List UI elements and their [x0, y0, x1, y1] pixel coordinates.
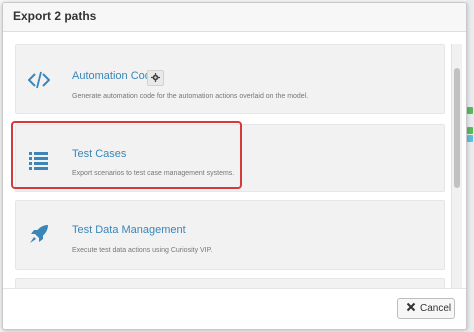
option-description: Execute test data actions using Curiosit…: [72, 247, 213, 254]
scrollbar[interactable]: [451, 44, 462, 288]
scrollbar-thumb[interactable]: [454, 68, 460, 188]
option-title: Automation Code: [72, 70, 157, 82]
option-automation-code[interactable]: Automation Code Generate automation code…: [15, 44, 445, 114]
dialog-footer: Cancel: [3, 288, 466, 329]
status-marker: [467, 127, 473, 134]
option-description: Generate automation code for the automat…: [72, 93, 309, 100]
dialog-title: Export 2 paths: [13, 9, 97, 23]
export-dialog: Export 2 paths Automation Code Generate …: [2, 2, 467, 330]
close-icon: [406, 302, 416, 312]
highlight-box: [11, 121, 242, 189]
option-test-data-management[interactable]: Test Data Management Execute test data a…: [15, 200, 445, 270]
status-marker: [467, 107, 473, 114]
background-strip: [466, 0, 474, 332]
gear-icon: [151, 73, 160, 82]
option-title: Test Data Management: [72, 224, 186, 236]
cancel-label: Cancel: [420, 303, 452, 314]
rocket-icon: [30, 225, 48, 243]
option-next[interactable]: [15, 278, 445, 288]
status-marker: [467, 135, 473, 142]
settings-button[interactable]: [147, 70, 164, 86]
dialog-header: Export 2 paths: [3, 3, 466, 32]
cancel-button[interactable]: Cancel: [397, 298, 455, 319]
code-icon: [28, 71, 50, 89]
